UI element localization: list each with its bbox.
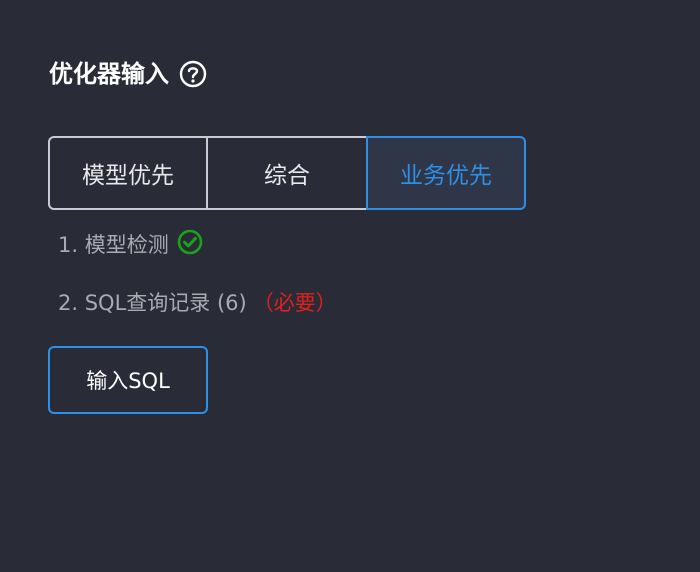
step-label: 1. 模型检测	[58, 233, 169, 257]
input-sql-button-label: 输入SQL	[86, 369, 170, 393]
input-sql-button[interactable]: 输入SQL	[48, 346, 208, 414]
mode-option-label: 模型优先	[82, 163, 174, 189]
required-badge: （必要）	[252, 291, 337, 315]
input-steps-list: 1. 模型检测 2. SQL查询记录 (6) （必要）	[58, 226, 337, 320]
step-label: 2. SQL查询记录 (6)	[58, 291, 247, 315]
step-model-check: 1. 模型检测	[58, 226, 337, 262]
mode-option-label: 业务优先	[400, 163, 492, 189]
mode-option-label: 综合	[264, 163, 310, 189]
optimizer-input-panel: 优化器输入 模型优先 综合 业务优先 1. 模型检测 2. SQL查询记录 (6…	[0, 0, 700, 572]
question-circle-icon[interactable]	[179, 60, 207, 88]
mode-segmented-control: 模型优先 综合 业务优先	[48, 136, 526, 210]
title-row: 优化器输入	[49, 56, 207, 92]
step-sql-records: 2. SQL查询记录 (6) （必要）	[58, 284, 337, 320]
mode-option-combined[interactable]: 综合	[208, 136, 368, 210]
mode-option-model-first[interactable]: 模型优先	[48, 136, 208, 210]
check-circle-icon	[177, 229, 203, 255]
mode-option-business-first[interactable]: 业务优先	[366, 136, 526, 210]
page-title: 优化器输入	[49, 60, 169, 88]
